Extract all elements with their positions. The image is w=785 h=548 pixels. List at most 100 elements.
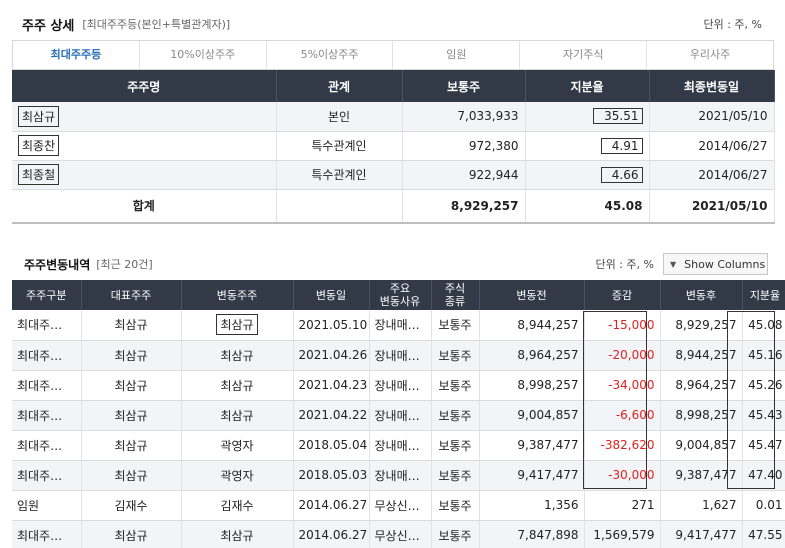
shares-change: -34,000: [584, 370, 661, 401]
major-shareholder-table: 주주명 관계 보통주 지분율 최종변동일 최삼규 본인 7,033,933 35…: [12, 70, 775, 224]
header-line-1: 주요: [389, 282, 411, 295]
relation: 특수관계인: [276, 160, 403, 190]
col-header-ratio: 지분율: [525, 70, 650, 102]
caret-down-icon: ▼: [670, 259, 677, 269]
tab-10pct-shareholders[interactable]: 10%이상주주: [140, 41, 267, 69]
table-row: 최대주… 최삼규 최삼규 2014.06.27 무상신… 보통주 7,847,898 1,56…: [12, 520, 785, 548]
shares-before: 9,387,477: [479, 430, 585, 461]
unit-label: 단위 : 주, %: [595, 258, 654, 271]
representative-shareholder: 최삼규: [81, 520, 182, 548]
section-title: 주주 상세: [22, 18, 75, 34]
col-header-common: 보통주: [402, 70, 526, 102]
col-header-name: 주주명: [12, 70, 277, 102]
table-row: 최종찬 특수관계인 972,380 4.91 2014/06/27: [12, 131, 775, 161]
change-date: 2021.05.10: [293, 310, 370, 341]
col-header-last-date: 최종변동일: [649, 70, 775, 102]
share-ratio: 47.40: [742, 460, 785, 491]
share-ratio: 45.47: [742, 430, 785, 461]
total-common: 8,929,257: [402, 189, 526, 224]
shareholder-name[interactable]: 최종찬: [18, 135, 60, 156]
table-row: 최종철 특수관계인 922,944 4.66 2014/06/27: [12, 160, 775, 190]
share-ratio: 45.16: [742, 340, 785, 371]
change-date: 2014.06.27: [293, 520, 370, 548]
stock-kind: 보통주: [431, 430, 480, 461]
shareholder-type: 최대주…: [12, 340, 82, 371]
change-reason: 장내매…: [369, 340, 432, 371]
share-change-header: 주주변동내역 [최근 20건] 단위 : 주, % ▼ Show Columns: [12, 250, 774, 278]
shareholder-type: 최대주…: [12, 520, 82, 548]
shareholder-type: 최대주…: [12, 310, 82, 341]
show-columns-button[interactable]: ▼ Show Columns: [663, 253, 768, 275]
share-change-table: 주주구분 대표주주 변동주주 변동일 주요 변동사유 주식 종류 변동전 증감 변동…: [12, 280, 785, 548]
tab-executives[interactable]: 임원: [393, 41, 521, 69]
section-title: 주주변동내역: [24, 257, 91, 272]
share-ratio: 4.66: [600, 166, 643, 183]
show-columns-label: Show Columns: [684, 257, 766, 271]
change-date: 2021.04.22: [293, 400, 370, 431]
shares-before: 1,356: [479, 490, 585, 521]
shares-after: 1,627: [660, 490, 743, 521]
shareholder-name[interactable]: 최종철: [18, 164, 60, 185]
total-row: 합계 8,929,257 45.08 2021/05/10: [12, 189, 775, 224]
col-header-ratio: 지분율: [742, 280, 785, 310]
representative-shareholder: 김재수: [81, 490, 182, 521]
shareholder-detail-header: 주주 상세 [최대주주등(본인+특별관계자)] 단위 : 주, %: [12, 8, 774, 40]
shareholder-type: 최대주…: [12, 430, 82, 461]
shares-after: 8,944,257: [660, 340, 743, 371]
shares-after: 9,387,477: [660, 460, 743, 491]
changed-shareholder[interactable]: 최삼규: [216, 314, 258, 336]
col-header-before: 변동전: [479, 280, 585, 310]
col-header-after: 변동후: [660, 280, 743, 310]
shares-after: 8,929,257: [660, 310, 743, 341]
col-header-holder: 변동주주: [181, 280, 294, 310]
table-row: 최대주… 최삼규 곽영자 2018.05.03 장내매… 보통주 9,417,477 -30,…: [12, 460, 785, 491]
tab-5pct-shareholders[interactable]: 5%이상주주: [267, 41, 394, 69]
total-empty: [276, 189, 403, 224]
change-date: 2018.05.03: [293, 460, 370, 491]
changed-shareholder: 최삼규: [181, 340, 294, 371]
tab-treasury-stock[interactable]: 자기주식: [520, 41, 648, 69]
shareholder-name[interactable]: 최삼규: [18, 105, 60, 127]
last-change-date: 2014/06/27: [649, 131, 775, 161]
shares-after: 8,964,257: [660, 370, 743, 401]
shares-change: 1,569,579: [584, 520, 661, 548]
common-shares: 922,944: [402, 160, 526, 190]
changed-shareholder: 김재수: [181, 490, 294, 521]
stock-kind: 보통주: [431, 520, 480, 548]
change-date: 2018.05.04: [293, 430, 370, 461]
change-reason: 장내매…: [369, 460, 432, 491]
shares-before: 8,964,257: [479, 340, 585, 371]
share-ratio: 4.91: [600, 137, 643, 154]
changed-shareholder: 최삼규: [181, 400, 294, 431]
share-ratio: 45.26: [742, 370, 785, 401]
total-ratio: 45.08: [525, 189, 650, 224]
share-ratio: 47.55: [742, 520, 785, 548]
shares-after: 9,004,857: [660, 430, 743, 461]
shares-before: 9,417,477: [479, 460, 585, 491]
total-date: 2021/05/10: [649, 189, 775, 224]
tab-employee-stock[interactable]: 우리사주: [647, 41, 773, 69]
shareholder-type: 최대주…: [12, 370, 82, 401]
changed-shareholder: 곽영자: [181, 430, 294, 461]
table-row: 임원 김재수 김재수 2014.06.27 무상신… 보통주 1,356 271 1,627 0.…: [12, 490, 785, 521]
col-header-change: 증감: [584, 280, 661, 310]
change-date: 2021.04.26: [293, 340, 370, 371]
shareholder-type: 최대주…: [12, 400, 82, 431]
col-header-type: 주주구분: [12, 280, 82, 310]
unit-label: 단위 : 주, %: [703, 18, 762, 31]
header-line-2: 종류: [444, 295, 466, 308]
col-header-kind: 주식 종류: [431, 280, 480, 310]
changed-shareholder: 곽영자: [181, 460, 294, 491]
share-ratio: 0.01: [742, 490, 785, 521]
representative-shareholder: 최삼규: [81, 400, 182, 431]
tab-major-shareholders[interactable]: 최대주주등: [13, 41, 140, 69]
change-date: 2014.06.27: [293, 490, 370, 521]
shares-after: 8,998,257: [660, 400, 743, 431]
shares-before: 7,847,898: [479, 520, 585, 548]
shares-change: -20,000: [584, 340, 661, 371]
relation: 본인: [276, 102, 403, 132]
change-reason: 장내매…: [369, 370, 432, 401]
common-shares: 7,033,933: [402, 102, 526, 132]
stock-kind: 보통주: [431, 370, 480, 401]
last-change-date: 2014/06/27: [649, 160, 775, 190]
